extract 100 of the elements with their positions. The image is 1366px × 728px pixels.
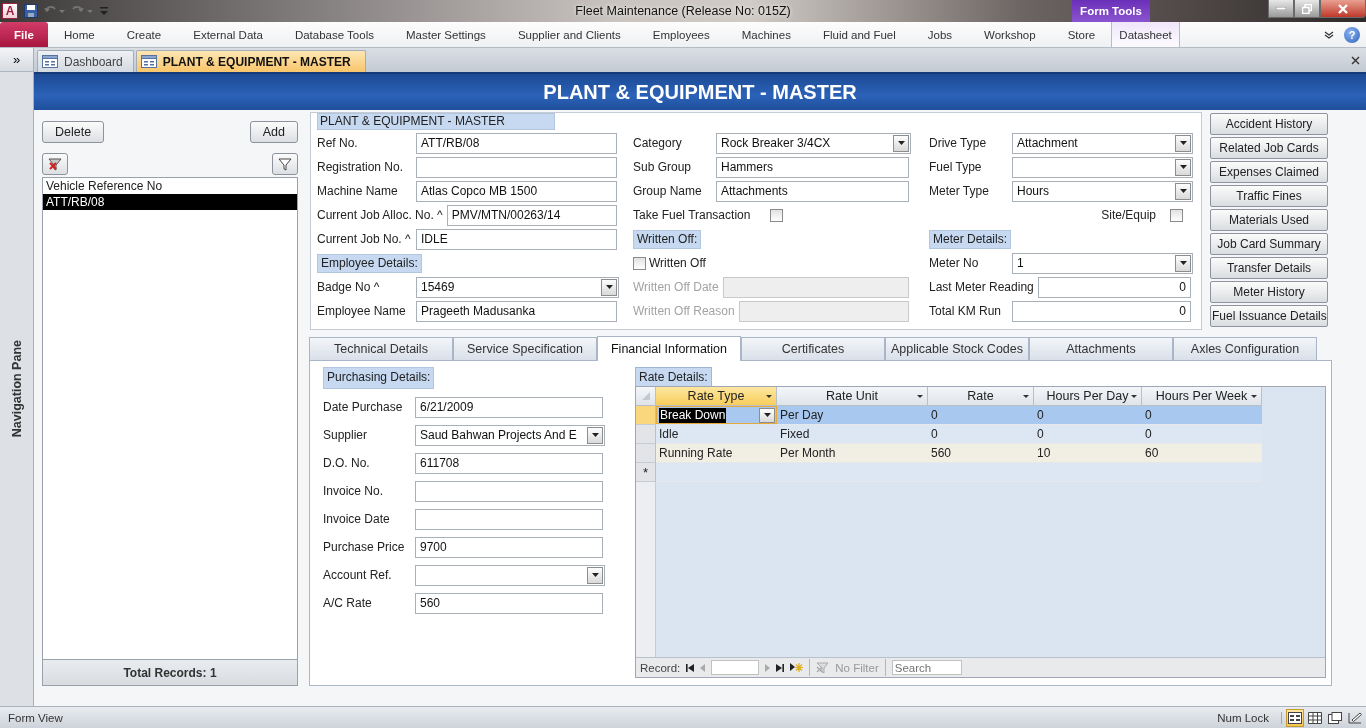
- text-field[interactable]: Atlas Copco MB 1500: [416, 180, 617, 202]
- minimize-button[interactable]: [1268, 0, 1294, 18]
- text-field[interactable]: IDLE: [416, 228, 617, 250]
- view-button[interactable]: [1286, 708, 1304, 727]
- action-button[interactable]: Delete: [42, 121, 105, 143]
- combo-box[interactable]: Hours: [1012, 180, 1193, 202]
- text-field[interactable]: 0: [1037, 276, 1191, 298]
- ribbon-tab[interactable]: Employees: [636, 22, 726, 47]
- tab[interactable]: Technical Details: [309, 337, 453, 360]
- action-button[interactable]: Related Job Cards: [1210, 137, 1328, 159]
- sort-caret-icon[interactable]: [917, 395, 923, 398]
- action-button[interactable]: Job Card Summary: [1210, 233, 1328, 255]
- action-button[interactable]: Materials Used: [1210, 209, 1328, 231]
- ribbon-tab[interactable]: Home: [48, 22, 111, 47]
- ribbon-tab[interactable]: Jobs: [911, 22, 969, 47]
- checkbox[interactable]: [633, 256, 646, 270]
- combo-box[interactable]: Attachment: [1012, 132, 1193, 154]
- field-label: Written Off Date: [633, 280, 719, 294]
- text-field[interactable]: Attachments: [716, 180, 909, 202]
- combo-box[interactable]: 1: [1012, 252, 1193, 274]
- dropdown-button[interactable]: [759, 407, 775, 423]
- tab[interactable]: Applicable Stock Codes: [885, 337, 1029, 360]
- text-field[interactable]: PMV/MTN/00263/14: [446, 204, 617, 226]
- ribbon-tab[interactable]: Fluid and Fuel: [806, 22, 912, 47]
- text-field[interactable]: 560: [415, 592, 603, 614]
- ribbon-tab[interactable]: Master Settings: [389, 22, 502, 47]
- close-icon: [1338, 3, 1348, 14]
- text-field[interactable]: Hammers: [716, 156, 909, 178]
- action-button[interactable]: Traffic Fines: [1210, 185, 1328, 207]
- filter-button[interactable]: [272, 153, 298, 175]
- ribbon-tab[interactable]: File: [0, 22, 48, 47]
- text-field[interactable]: [416, 156, 617, 178]
- column-header[interactable]: Hours Per Day: [1034, 387, 1142, 406]
- combo-box[interactable]: Break Down: [656, 406, 777, 424]
- combo-box[interactable]: Rock Breaker 3/4CX: [716, 132, 911, 154]
- record-label: Record:: [640, 661, 681, 674]
- list-item[interactable]: ATT/RB/08: [43, 194, 297, 210]
- sort-caret-icon[interactable]: [766, 395, 772, 398]
- text-field[interactable]: 6/21/2009: [415, 396, 603, 418]
- record-number-field[interactable]: [711, 660, 760, 675]
- tab[interactable]: Certificates: [741, 337, 885, 360]
- sort-caret-icon[interactable]: [1251, 395, 1257, 398]
- restore-button[interactable]: [1294, 0, 1320, 18]
- combo-box[interactable]: Saud Bahwan Projects And E: [415, 424, 605, 446]
- table-cell: 0: [928, 406, 1034, 425]
- section-label: Purchasing Details:: [323, 367, 435, 389]
- action-button[interactable]: Accident History: [1210, 113, 1328, 135]
- text-field[interactable]: ATT/RB/08: [416, 132, 617, 154]
- table-cell: Per Month: [777, 444, 928, 463]
- ribbon-tab[interactable]: Workshop: [968, 22, 1052, 47]
- action-button[interactable]: Fuel Issuance Details: [1210, 305, 1328, 327]
- ribbon-tab[interactable]: Machines: [725, 22, 807, 47]
- tab[interactable]: Service Specification: [453, 337, 597, 360]
- action-button[interactable]: Meter History: [1210, 281, 1328, 303]
- close-button[interactable]: [1320, 0, 1366, 18]
- last-record-icon[interactable]: [776, 663, 785, 672]
- action-button[interactable]: Expenses Claimed: [1210, 161, 1328, 183]
- text-field[interactable]: Prageeth Madusanka: [416, 300, 617, 322]
- text-field[interactable]: [415, 480, 603, 502]
- combo-box[interactable]: 15469: [416, 276, 619, 298]
- caret-icon: [1179, 165, 1187, 169]
- column-header[interactable]: Hours Per Week: [1142, 387, 1262, 406]
- column-header[interactable]: Rate Type: [656, 387, 777, 406]
- ribbon-tab[interactable]: Create: [110, 22, 178, 47]
- save-icon[interactable]: [24, 4, 38, 18]
- document-tab[interactable]: Dashboard: [37, 50, 134, 72]
- ribbon-tab[interactable]: Database Tools: [278, 22, 390, 47]
- ribbon-tab[interactable]: External Data: [177, 22, 279, 47]
- field-label: Category: [633, 136, 683, 150]
- text-field[interactable]: 0: [1012, 300, 1191, 322]
- tab[interactable]: Financial Information: [597, 336, 741, 361]
- field-label: Ref No.: [317, 136, 359, 150]
- column-header[interactable]: Rate Unit: [777, 387, 928, 406]
- text-field[interactable]: [415, 508, 603, 530]
- text-field[interactable]: 9700: [415, 536, 603, 558]
- ribbon-tab[interactable]: Store: [1051, 22, 1112, 47]
- new-record-icon[interactable]: [790, 663, 804, 672]
- text-field[interactable]: 611708: [415, 452, 603, 474]
- action-button[interactable]: Add: [249, 121, 298, 143]
- sort-caret-icon[interactable]: [1131, 395, 1137, 398]
- minimize-ribbon-icon[interactable]: [1324, 30, 1334, 39]
- navigation-pane-label[interactable]: Navigation Pane: [9, 340, 24, 438]
- checkbox[interactable]: [770, 208, 784, 222]
- document-tab[interactable]: PLANT & EQUIPMENT - MASTER: [135, 50, 366, 72]
- close-icon[interactable]: [1351, 55, 1360, 65]
- search-field[interactable]: Search: [891, 660, 962, 675]
- record-count: Total Records: 1: [123, 665, 217, 680]
- action-button[interactable]: Transfer Details: [1210, 257, 1328, 279]
- clear-filter-button[interactable]: [42, 153, 68, 175]
- column-header[interactable]: Rate: [928, 387, 1034, 406]
- first-record-icon[interactable]: [686, 663, 695, 672]
- view-mode-label: Form View: [8, 711, 64, 724]
- ribbon-tab[interactable]: Datasheet: [1111, 22, 1180, 47]
- checkbox[interactable]: [1170, 208, 1183, 222]
- shutter-bar-toggle[interactable]: »: [0, 48, 33, 72]
- tab[interactable]: Attachments: [1029, 337, 1173, 360]
- app-logo[interactable]: A: [2, 3, 18, 19]
- tab[interactable]: Axles Configuration: [1173, 337, 1317, 360]
- sort-caret-icon[interactable]: [1023, 395, 1029, 398]
- ribbon-tab[interactable]: Supplier and Clients: [501, 22, 637, 47]
